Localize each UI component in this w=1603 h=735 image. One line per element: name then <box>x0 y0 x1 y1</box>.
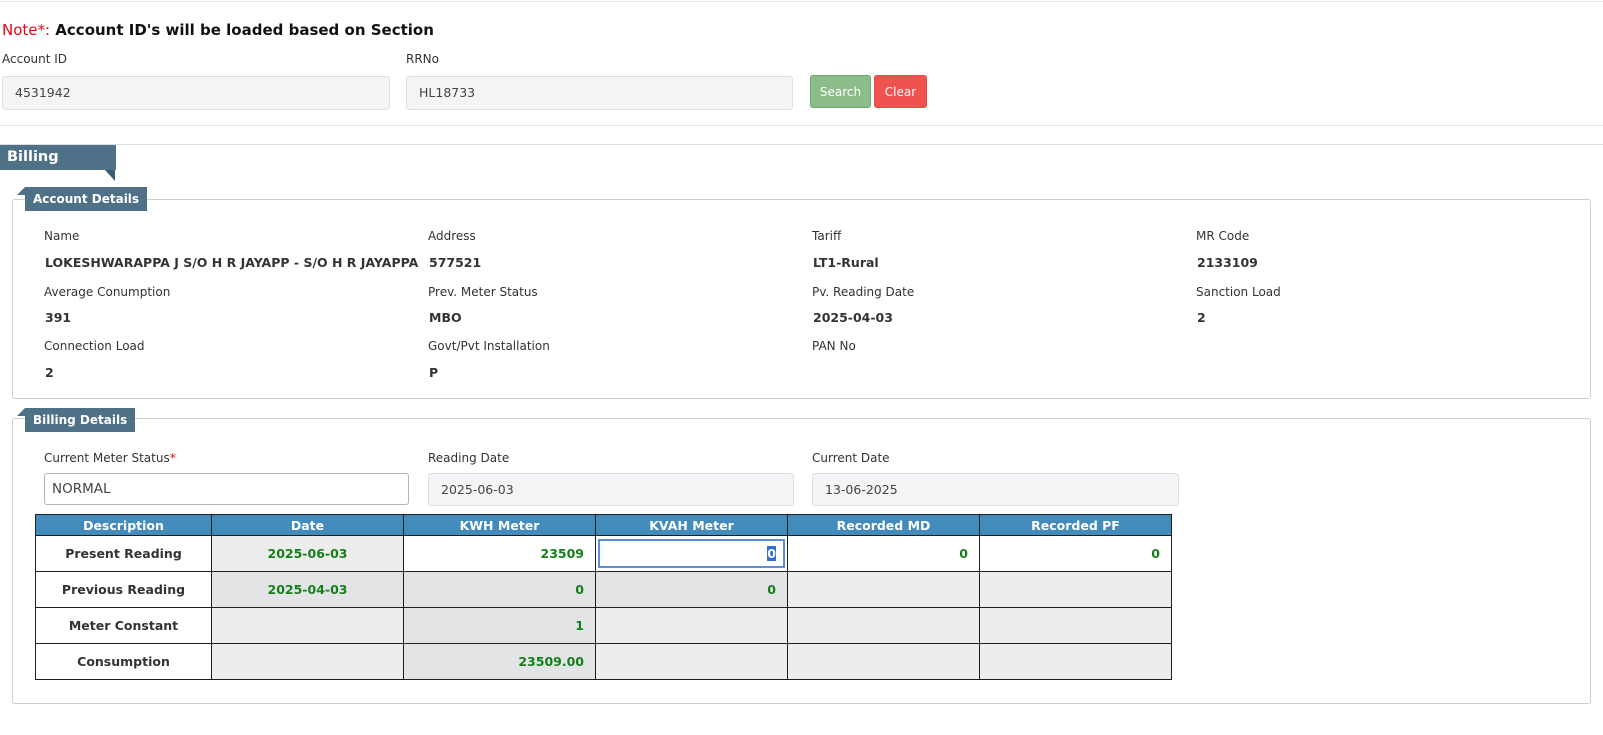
billing-details-tag: Billing Details <box>25 408 136 432</box>
field-label-installation: Govt/Pvt Installation <box>428 339 550 353</box>
tag-notch <box>17 408 25 416</box>
field-value-pv-reading-date: 2025-04-03 <box>813 310 893 325</box>
empty-cell <box>211 607 404 644</box>
field-value-mr-code: 2133109 <box>1197 255 1258 270</box>
table-row: Previous Reading 2025-04-03 0 0 <box>35 571 1172 608</box>
field-label-address: Address <box>428 229 476 243</box>
column-header-kwh: KWH Meter <box>403 514 596 536</box>
field-label-pan-no: PAN No <box>812 339 856 353</box>
meter-status-label: Current Meter Status* <box>44 451 176 465</box>
empty-cell <box>595 607 788 644</box>
top-divider <box>0 1 1603 2</box>
search-button[interactable]: Search <box>810 75 871 108</box>
present-kvah-cell: 0 <box>595 535 788 572</box>
recorded-md-input[interactable]: 0 <box>788 537 979 570</box>
divider <box>0 125 1603 126</box>
field-value-name: LOKESHWARAPPA J S/O H R JAYAPP - S/O H R… <box>45 255 419 270</box>
account-details-panel <box>12 199 1591 399</box>
meter-readings-table: Description Date KWH Meter KVAH Meter Re… <box>35 514 1172 680</box>
divider <box>0 144 1603 145</box>
column-header-date: Date <box>211 514 404 536</box>
field-label-pv-reading-date: Pv. Reading Date <box>812 285 915 299</box>
note-text: Account ID's will be loaded based on Sec… <box>55 21 434 39</box>
previous-kvah: 0 <box>595 571 788 608</box>
required-marker: * <box>169 451 176 465</box>
billing-details-banner: Billing Details <box>0 145 116 190</box>
field-value-prev-meter-status: MBO <box>429 310 462 325</box>
consumption-kwh: 23509.00 <box>403 643 596 680</box>
note-prefix: Note*: <box>2 21 51 39</box>
account-details-tag: Account Details <box>25 187 148 211</box>
field-label-connection-load: Connection Load <box>44 339 145 353</box>
rrno-label: RRNo <box>406 52 439 66</box>
empty-cell <box>787 643 980 680</box>
field-label-avg-consumption: Average Conumption <box>44 285 171 299</box>
reading-date-label: Reading Date <box>428 451 510 465</box>
field-label-name: Name <box>44 229 80 243</box>
row-description: Consumption <box>35 643 212 680</box>
empty-cell <box>979 571 1172 608</box>
reading-date-field: 2025-06-03 <box>428 473 794 506</box>
column-header-recorded-pf: Recorded PF <box>979 514 1172 536</box>
field-label-mr-code: MR Code <box>1196 229 1250 243</box>
present-kwh-input[interactable]: 23509 <box>404 537 595 570</box>
empty-cell <box>595 643 788 680</box>
previous-reading-date: 2025-04-03 <box>211 571 404 608</box>
rrno-input[interactable]: HL18733 <box>406 76 793 110</box>
meter-status-label-text: Current Meter Status <box>44 451 170 465</box>
field-label-prev-meter-status: Prev. Meter Status <box>428 285 538 299</box>
column-header-kvah: KVAH Meter <box>595 514 788 536</box>
previous-kwh: 0 <box>403 571 596 608</box>
meter-constant-kwh: 1 <box>403 607 596 644</box>
clear-button[interactable]: Clear <box>874 75 927 108</box>
table-row: Meter Constant 1 <box>35 607 1172 644</box>
field-label-tariff: Tariff <box>812 229 842 243</box>
table-row: Present Reading 2025-06-03 23509 0 0 0 <box>35 535 1172 572</box>
field-value-address: 577521 <box>429 255 482 270</box>
column-header-recorded-md: Recorded MD <box>787 514 980 536</box>
banner-tail <box>105 170 115 181</box>
field-value-avg-consumption: 391 <box>45 310 72 325</box>
field-label-sanction-load: Sanction Load <box>1196 285 1281 299</box>
empty-cell <box>211 643 404 680</box>
present-kvah-input[interactable]: 0 <box>598 539 785 568</box>
table-header-row: Description Date KWH Meter KVAH Meter Re… <box>35 514 1172 536</box>
section-note: Note*: Account ID's will be loaded based… <box>2 21 434 39</box>
present-md-cell: 0 <box>787 535 980 572</box>
recorded-pf-input[interactable]: 0 <box>980 537 1171 570</box>
row-description: Meter Constant <box>35 607 212 644</box>
field-value-connection-load: 2 <box>45 365 54 380</box>
present-kwh-cell: 23509 <box>403 535 596 572</box>
field-value-installation: P <box>429 365 439 380</box>
present-reading-date: 2025-06-03 <box>211 535 404 572</box>
field-value-tariff: LT1-Rural <box>813 255 879 270</box>
field-value-sanction-load: 2 <box>1197 310 1206 325</box>
row-description: Previous Reading <box>35 571 212 608</box>
current-date-label: Current Date <box>812 451 890 465</box>
present-pf-cell: 0 <box>979 535 1172 572</box>
current-date-field: 13-06-2025 <box>812 473 1179 506</box>
empty-cell <box>979 643 1172 680</box>
account-id-label: Account ID <box>2 52 68 66</box>
column-header-description: Description <box>35 514 212 536</box>
account-id-input[interactable]: 4531942 <box>2 76 390 110</box>
empty-cell <box>787 571 980 608</box>
meter-status-select[interactable]: NORMAL <box>44 473 409 505</box>
empty-cell <box>787 607 980 644</box>
row-description: Present Reading <box>35 535 212 572</box>
empty-cell <box>979 607 1172 644</box>
table-row: Consumption 23509.00 <box>35 643 1172 680</box>
selected-value: 0 <box>767 546 776 561</box>
tag-notch <box>17 187 25 195</box>
